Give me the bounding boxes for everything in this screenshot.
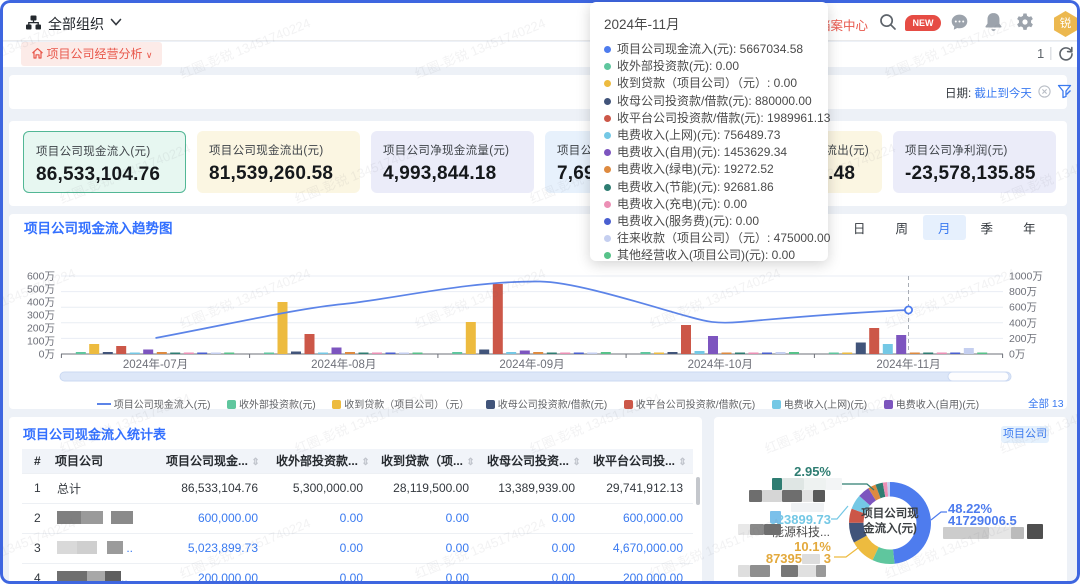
svg-text:41729006.5: 41729006.5 — [948, 513, 1017, 528]
svg-text:2.95%: 2.95% — [794, 464, 831, 479]
svg-text:3: 3 — [824, 551, 831, 566]
svg-text:87395: 87395 — [766, 551, 802, 566]
svg-text:项目公司现: 项目公司现 — [861, 506, 919, 520]
svg-text:金流入(元): 金流入(元) — [862, 521, 917, 535]
